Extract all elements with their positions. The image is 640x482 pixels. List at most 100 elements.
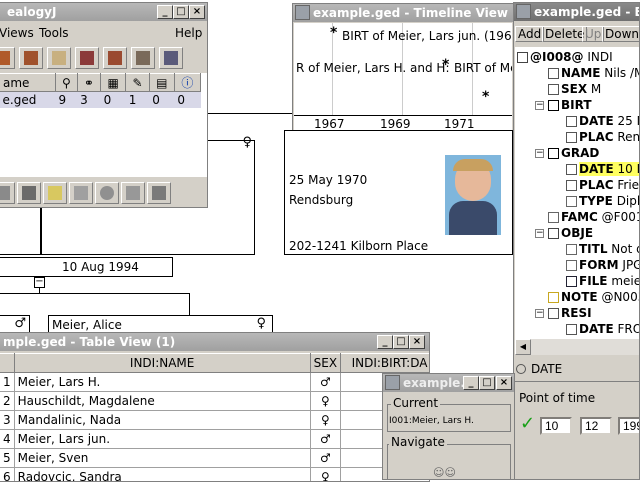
table-row[interactable]: 4Meier, Lars jun.♂ — [0, 430, 429, 449]
menu-views[interactable]: Views — [0, 26, 34, 40]
tree-node-note[interactable]: NOTE @N003@ — [535, 289, 640, 305]
tree-node-date[interactable]: DATE FROM — [553, 321, 640, 337]
bottom-toolbar — [0, 181, 207, 207]
tool-button-3[interactable] — [43, 182, 67, 204]
col-birth-date[interactable]: INDI:BIRT:DA — [341, 354, 429, 373]
tree-node-name[interactable]: NAME Nils /Meier — [535, 65, 640, 81]
down-button[interactable]: Down — [602, 26, 640, 42]
tree-node-titl[interactable]: TITL Not quit — [553, 241, 640, 257]
view-button-3[interactable] — [47, 47, 71, 69]
tool-button-4[interactable] — [69, 182, 93, 204]
current-person[interactable]: I001:Meier, Lars H. — [389, 416, 474, 426]
timeline-event-3[interactable]: BIRT of Me — [454, 61, 512, 75]
tree-node-obje[interactable]: −OBJE — [535, 225, 593, 241]
tree-node-resi[interactable]: −RESI — [535, 305, 592, 321]
table-row[interactable]: 2Hauschildt, Magdalene♀1 — [0, 392, 429, 411]
add-button[interactable]: Add — [515, 26, 544, 42]
marriage-date: 10 Aug 1994 — [62, 260, 139, 274]
col-sources-icon[interactable]: ▤ — [149, 74, 174, 92]
menu-tools[interactable]: Tools — [39, 26, 69, 40]
tree-scrollbar[interactable]: ◀ — [515, 339, 640, 355]
tool-button-5[interactable] — [95, 182, 119, 204]
day-field[interactable] — [540, 417, 572, 435]
maximize-button[interactable]: □ — [173, 5, 189, 19]
details-card[interactable]: 25 May 1970 Rendsburg 202-1241 Kilborn P… — [284, 130, 513, 255]
maximize-button[interactable]: □ — [393, 335, 409, 349]
col-info-icon[interactable]: ⓘ — [174, 74, 200, 92]
col-families-icon[interactable]: ⚭ — [77, 74, 100, 92]
view-button-1[interactable] — [0, 47, 15, 69]
table-area[interactable]: INDI:NAME SEX INDI:BIRT:DA 1Meier, Lars … — [0, 353, 429, 482]
property-tree[interactable]: @I008@ INDINAME Nils /MeierSEX M−BIRTDAT… — [515, 47, 640, 339]
col-individuals-icon[interactable]: ⚲ — [56, 74, 78, 92]
parents-nav-icon[interactable]: ☺☺ — [433, 466, 456, 479]
col-index[interactable] — [0, 354, 14, 373]
view-button-7[interactable] — [159, 47, 183, 69]
edit-titlebar[interactable]: example.ged - Edi — [514, 3, 639, 21]
scroll-left-icon[interactable]: ◀ — [515, 339, 531, 355]
year-field[interactable] — [618, 417, 640, 435]
collapse-toggle-icon[interactable]: − — [535, 229, 544, 238]
tree-node-grad[interactable]: −GRAD — [535, 145, 599, 161]
collapse-toggle-icon[interactable]: − — [535, 149, 544, 158]
col-name[interactable]: ame — [0, 74, 56, 92]
close-button[interactable]: × — [189, 5, 205, 19]
view-button-4[interactable] — [75, 47, 99, 69]
tree-node-sex[interactable]: SEX M — [535, 81, 601, 97]
minimize-button[interactable]: _ — [157, 5, 173, 19]
delete-button[interactable]: Delete — [542, 26, 587, 42]
col-multimedia-icon[interactable]: ▦ — [101, 74, 126, 92]
edit-window[interactable]: example.ged - Edi Add Delete Up Down @I0… — [513, 2, 640, 480]
timeline-titlebar[interactable]: example.ged - Timeline View (1) — [293, 4, 513, 22]
date-box[interactable]: 10 Aug 1994 — [0, 257, 173, 277]
tree-node-famc[interactable]: FAMC @F001@ — [535, 209, 640, 225]
tool-button-1[interactable] — [0, 182, 15, 204]
main-window[interactable]: ealogyJ _ □ × Views Tools Help ame ⚲ ⚭ ▦… — [0, 2, 208, 208]
table-row[interactable]: 3Mandalinic, Nada♀ — [0, 411, 429, 430]
individuals-table[interactable]: INDI:NAME SEX INDI:BIRT:DA 1Meier, Lars … — [0, 353, 429, 482]
col-name[interactable]: INDI:NAME — [14, 354, 310, 373]
tree-node-type[interactable]: TYPE Diplom — [553, 193, 640, 209]
tool-button-6[interactable] — [121, 182, 145, 204]
maximize-button[interactable]: □ — [479, 376, 495, 390]
close-button[interactable]: × — [409, 335, 425, 349]
tree-node-plac[interactable]: PLAC Friedri — [553, 177, 640, 193]
tree-node-date[interactable]: DATE 10 DEC — [553, 161, 640, 177]
tool-button-7[interactable] — [147, 182, 171, 204]
minimize-button[interactable]: _ — [463, 376, 479, 390]
table-header: INDI:NAME SEX INDI:BIRT:DA — [0, 354, 429, 373]
file-row[interactable]: e.ged 9 3 0 1 0 0 — [0, 92, 201, 108]
file-list[interactable]: ame ⚲ ⚭ ▦ ✎ ▤ ⓘ e.ged 9 3 0 1 0 0 — [0, 73, 207, 177]
table-view-window[interactable]: mple.ged - Table View (1) _ □ × INDI:NAM… — [0, 332, 430, 482]
table-row[interactable]: 5Meier, Sven♂2 — [0, 449, 429, 468]
tree-node-plac[interactable]: PLAC Rends — [553, 129, 640, 145]
view-button-6[interactable] — [131, 47, 155, 69]
minimize-button[interactable]: _ — [377, 335, 393, 349]
detail-address: 202-1241 Kilborn Place — [289, 239, 428, 253]
month-field[interactable] — [580, 417, 612, 435]
view-button-2[interactable] — [19, 47, 43, 69]
navigator-window[interactable]: example... _ □ × Current I001:Meier, Lar… — [382, 373, 515, 480]
trash-tool-icon — [152, 186, 166, 200]
table-titlebar[interactable]: mple.ged - Table View (1) — [0, 333, 429, 351]
collapse-button[interactable]: − — [34, 277, 45, 288]
collapse-toggle-icon[interactable]: − — [535, 101, 544, 110]
view-button-5[interactable] — [103, 47, 127, 69]
tree-node-birt[interactable]: −BIRT — [535, 97, 592, 113]
tree-node-i008[interactable]: @I008@ INDI — [517, 49, 613, 65]
tree-node-file[interactable]: FILE meiern.j — [553, 273, 640, 289]
timeline-event-2[interactable]: R of Meier, Lars H. and H: — [296, 61, 450, 75]
col-sex[interactable]: SEX — [310, 354, 340, 373]
table-row[interactable]: 1Meier, Lars H.♂ — [0, 373, 429, 392]
tree-node-form[interactable]: FORM JPG — [553, 257, 640, 273]
timeline-event-1[interactable]: BIRT of Meier, Lars jun. (1967) — [342, 29, 512, 43]
collapse-toggle-icon[interactable]: − — [535, 309, 544, 318]
menu-help[interactable]: Help — [175, 26, 202, 40]
col-notes-icon[interactable]: ✎ — [126, 74, 149, 92]
ok-check-icon[interactable]: ✓ — [520, 413, 535, 434]
timeline-canvas[interactable]: * BIRT of Meier, Lars jun. (1967) R of M… — [294, 23, 512, 133]
tool-button-2[interactable] — [17, 182, 41, 204]
close-button[interactable]: × — [496, 376, 512, 390]
tree-node-date[interactable]: DATE 25 MAY — [553, 113, 640, 129]
tree-tag: DATE — [579, 162, 614, 176]
